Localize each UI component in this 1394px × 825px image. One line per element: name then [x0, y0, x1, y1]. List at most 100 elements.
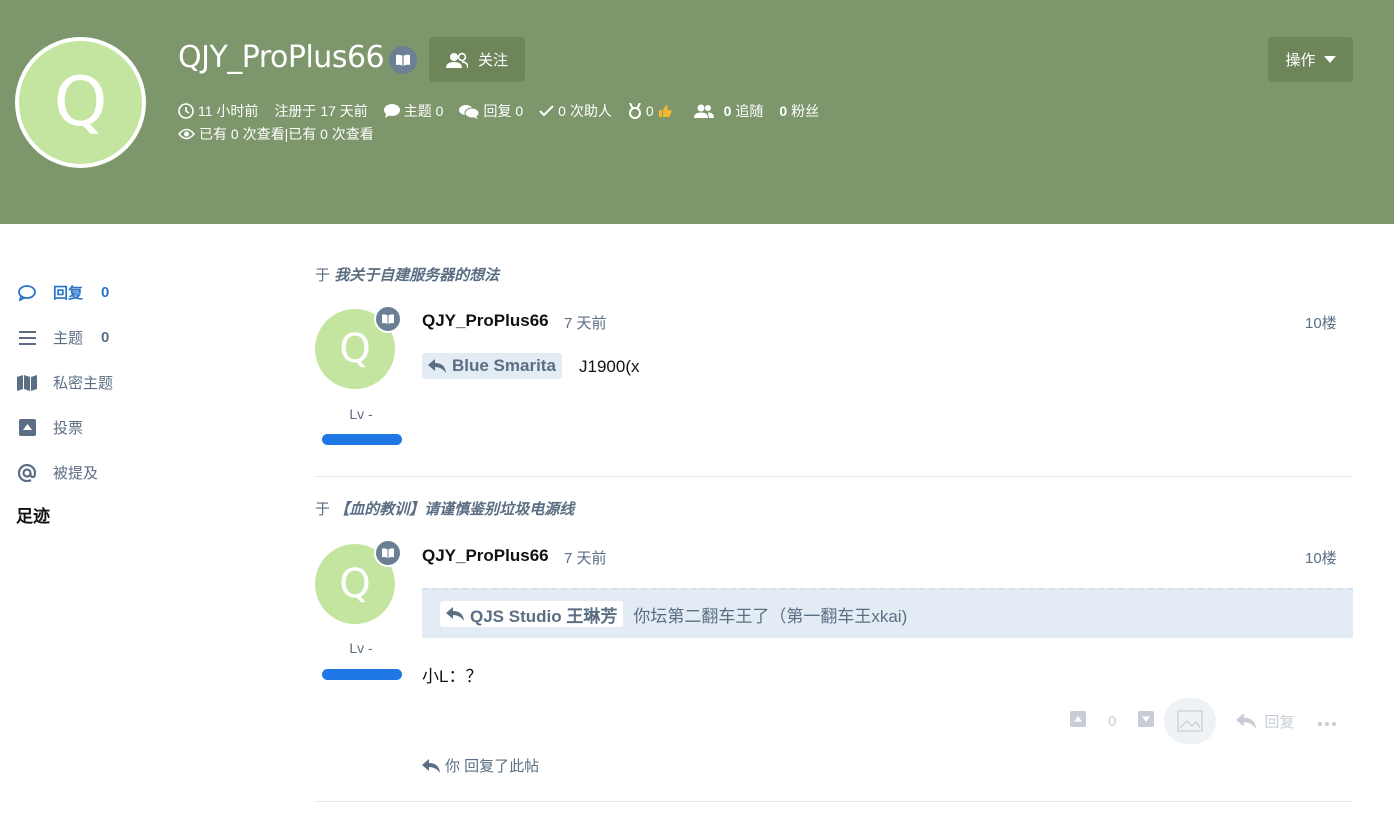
reaction-button[interactable] — [1164, 698, 1217, 744]
you-replied-text: 你 回复了此帖 — [445, 758, 540, 775]
sidebar-item-replies[interactable]: 回复 0 — [16, 270, 236, 315]
following-stat[interactable]: 0 追随 — [693, 101, 764, 121]
group-badge-icon[interactable] — [374, 305, 402, 333]
sidebar-item-polls[interactable]: 投票 — [16, 405, 236, 450]
following-label: 追随 — [735, 103, 764, 119]
following-count: 0 — [723, 103, 732, 119]
sidebar-item-private-topics[interactable]: 私密主题 — [16, 360, 236, 405]
vote-count: 0 — [1108, 712, 1117, 730]
users-icon — [693, 104, 714, 118]
post-content: 小L：？ — [422, 667, 483, 686]
quote-author-tag[interactable]: QJS Studio 王琳芳 — [440, 601, 624, 627]
follow-button[interactable]: 关注 — [429, 37, 525, 82]
thumbs-up-icon — [658, 105, 672, 117]
registered: 注册于 17 天前 — [274, 101, 367, 121]
users-icon — [445, 52, 468, 68]
post-time[interactable]: 7 天前 — [564, 312, 607, 333]
sidebar-item-count: 0 — [101, 284, 110, 301]
replies-text: 回复 0 — [483, 103, 524, 119]
quote-text: 你坛第二翻车王了（第一翻车王xkai) — [633, 606, 908, 626]
list-icon — [16, 330, 38, 345]
views-text: 已有 0 次查看|已有 0 次查看 — [199, 126, 374, 142]
replies-stat[interactable]: 回复 0 — [459, 101, 523, 121]
post-actions: 0 回复 — [1070, 698, 1337, 744]
eye-icon — [178, 128, 195, 140]
reply-icon — [1236, 713, 1257, 729]
sidebar-item-topics[interactable]: 主题 0 — [16, 315, 236, 360]
reply-icon — [428, 359, 446, 373]
thread-title-link[interactable]: 【血的教训】请谨慎鉴别垃圾电源线 — [334, 501, 574, 518]
group-badge-icon[interactable] — [389, 46, 417, 74]
sidebar-item-label: 私密主题 — [53, 375, 114, 392]
operations-button[interactable]: 操作 — [1268, 37, 1353, 82]
profile-sidebar: 回复 0 主题 0 私密主题 投票 被提及 足迹 — [16, 270, 236, 529]
post-context: 于 我关于自建服务器的想法 — [315, 264, 499, 285]
level-bar — [322, 434, 402, 445]
user-level: Lv - — [349, 406, 373, 422]
last-online: 11 小时前 — [178, 101, 258, 121]
post-author[interactable]: QJY_ProPlus66 — [422, 546, 549, 566]
helped-stat: 0 次助人 — [539, 101, 612, 121]
medals-stat[interactable]: 0 — [628, 103, 672, 119]
topics-text: 主题 0 — [403, 103, 444, 119]
post-context-prefix: 于 — [315, 267, 331, 284]
map-icon — [16, 374, 38, 391]
more-options-icon[interactable] — [1318, 713, 1337, 730]
post-author[interactable]: QJY_ProPlus66 — [422, 311, 549, 331]
registered-text: 注册于 17 天前 — [274, 103, 368, 119]
reply-button[interactable]: 回复 — [1236, 711, 1294, 732]
last-online-text: 11 小时前 — [198, 103, 259, 119]
post-context: 于 【血的教训】请谨慎鉴别垃圾电源线 — [315, 498, 574, 519]
post-divider — [315, 801, 1353, 802]
followers-count: 0 — [779, 103, 788, 119]
clock-icon — [178, 103, 194, 119]
followers-stat[interactable]: 0 粉丝 — [779, 101, 819, 121]
post-divider — [315, 476, 1353, 477]
check-icon — [539, 105, 554, 117]
post-floor[interactable]: 10楼 — [1305, 312, 1337, 333]
topics-stat[interactable]: 主题 0 — [383, 101, 444, 121]
medal-icon — [628, 103, 641, 119]
downvote-icon[interactable] — [1138, 711, 1155, 731]
comment-icon — [383, 104, 400, 118]
operations-label: 操作 — [1285, 52, 1316, 69]
group-badge-icon[interactable] — [374, 539, 402, 567]
user-level: Lv - — [349, 640, 373, 656]
comments-icon — [459, 104, 480, 119]
caret-square-up-icon — [16, 419, 38, 436]
broken-image-icon — [1177, 710, 1203, 732]
reply-label: 回复 — [1264, 713, 1295, 731]
followers-label: 粉丝 — [791, 103, 820, 119]
profile-views: 已有 0 次查看|已有 0 次查看 — [178, 124, 374, 144]
sidebar-item-mentions[interactable]: 被提及 — [16, 450, 236, 495]
reply-icon — [422, 758, 440, 773]
you-replied-notice: 你 回复了此帖 — [422, 755, 539, 776]
post-context-prefix: 于 — [315, 501, 331, 518]
profile-stats: 11 小时前 注册于 17 天前 主题 0 回复 0 0 次助人 0 0 追随 … — [178, 101, 835, 121]
quote-author: QJS Studio 王琳芳 — [470, 606, 618, 626]
profile-hero: Q QJY_ProPlus66 关注 操作 11 小时前 注册于 17 天前 主… — [0, 0, 1394, 224]
post-floor[interactable]: 10楼 — [1305, 547, 1337, 568]
level-bar — [322, 669, 402, 680]
sidebar-item-label: 主题 — [53, 330, 84, 347]
caret-down-icon — [1323, 55, 1336, 63]
thread-title-link[interactable]: 我关于自建服务器的想法 — [334, 267, 499, 284]
sidebar-item-label: 被提及 — [53, 465, 99, 482]
sidebar-item-label: 回复 — [53, 285, 84, 302]
post-content: J1900(x — [579, 357, 640, 376]
upvote-icon[interactable] — [1070, 711, 1086, 731]
medals-text: 0 — [645, 103, 654, 119]
sidebar-item-count: 0 — [101, 329, 110, 346]
reply-icon — [446, 607, 464, 621]
at-icon — [16, 463, 38, 482]
reply-to-tag[interactable]: Blue Smarita — [422, 353, 562, 379]
comment-icon — [16, 284, 38, 301]
sidebar-footprint-heading: 足迹 — [16, 506, 50, 526]
sidebar-item-label: 投票 — [53, 420, 84, 437]
post-time[interactable]: 7 天前 — [564, 547, 607, 568]
reply-to-name: Blue Smarita — [452, 356, 556, 375]
helped-text: 0 次助人 — [558, 103, 612, 119]
profile-username: QJY_ProPlus66 — [178, 40, 385, 75]
profile-avatar[interactable]: Q — [15, 37, 146, 168]
quote-block: QJS Studio 王琳芳 你坛第二翻车王了（第一翻车王xkai) — [422, 588, 1353, 638]
